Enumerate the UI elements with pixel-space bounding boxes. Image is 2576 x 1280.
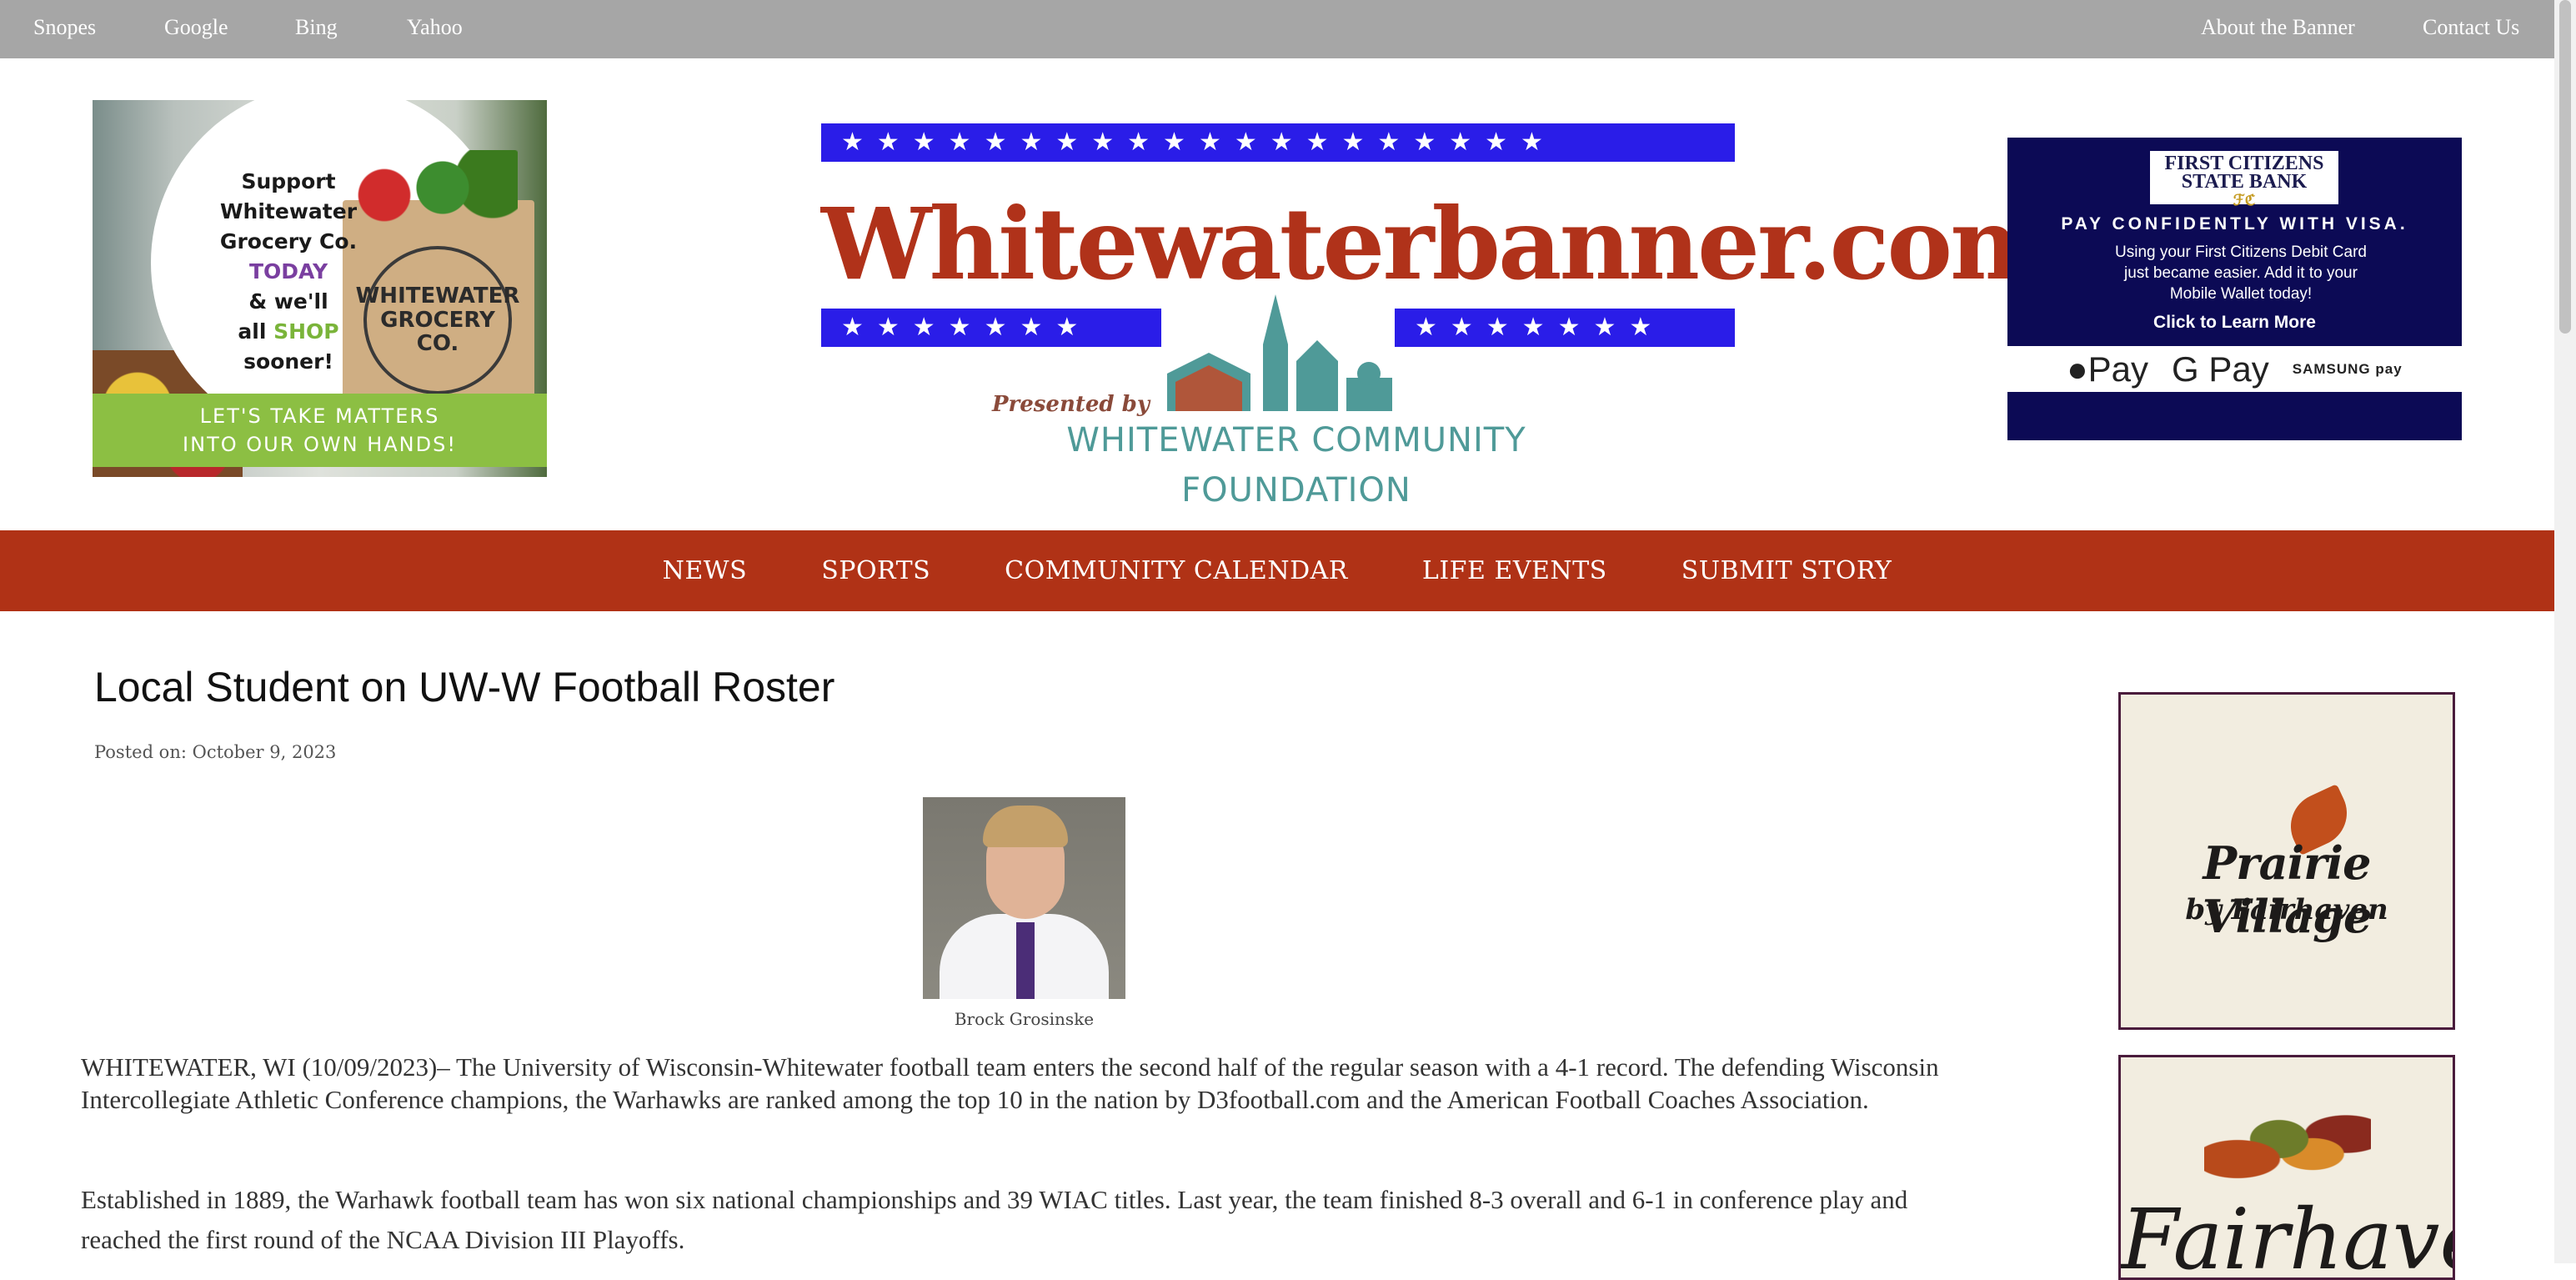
prairie-village-title: Prairie Village	[2202, 836, 2373, 943]
nav-life-events[interactable]: LIFE EVENTS	[1422, 556, 1607, 585]
grocery-ad[interactable]: WHITEWATER GROCERY CO. Support Whitewate…	[93, 100, 547, 477]
ad-message-line: all	[238, 319, 267, 344]
top-link-yahoo[interactable]: Yahoo	[407, 15, 463, 40]
bank-name-line: STATE BANK	[2181, 171, 2308, 193]
article-paragraph: Established in 1889, the Warhawk footbal…	[81, 1185, 1908, 1254]
top-bar: Snopes Google Bing Yahoo About the Banne…	[0, 0, 2554, 58]
apple-pay-icon: ●Pay	[2067, 349, 2149, 389]
bank-ad-learn-more[interactable]: Click to Learn More	[2007, 313, 2462, 333]
top-link-snopes[interactable]: Snopes	[33, 15, 96, 40]
ad-message-line: Support	[241, 169, 336, 193]
samsung-pay-icon: SAMSUNG pay	[2292, 360, 2403, 377]
nav-sports[interactable]: SPORTS	[821, 556, 930, 585]
ad-footer-line: INTO OUR OWN HANDS!	[183, 433, 457, 456]
bank-name-line: FIRST CITIZENS	[2164, 153, 2324, 174]
ad-message-line: sooner!	[243, 349, 333, 374]
town-skyline-icon	[1167, 294, 1392, 411]
photo-caption: Brock Grosinske	[954, 1009, 1095, 1029]
bank-ad[interactable]: FIRST CITIZENS STATE BANK ℱℭ PAY CONFIDE…	[2007, 138, 2462, 440]
photo-hair	[983, 806, 1068, 847]
bank-logo: FIRST CITIZENS STATE BANK ℱℭ	[2150, 151, 2338, 208]
fairhaven-ad[interactable]: Fairhaven	[2118, 1055, 2455, 1280]
main-nav: NEWS SPORTS COMMUNITY CALENDAR LIFE EVEN…	[0, 530, 2554, 611]
bank-ad-headline: PAY CONFIDENTLY WITH VISA.	[2061, 214, 2408, 233]
posted-date: Posted on: October 9, 2023	[94, 742, 337, 762]
scrollbar-thumb[interactable]	[2559, 0, 2571, 334]
fairhaven-title: Fairhaven	[2121, 1191, 2453, 1280]
article-photo[interactable]	[923, 797, 1125, 999]
bank-ad-body: Using your First Citizens Debit Card jus…	[2107, 242, 2374, 304]
article-title: Local Student on UW-W Football Roster	[94, 664, 835, 710]
ad-message-line-today: TODAY	[248, 259, 328, 284]
top-link-about-banner[interactable]: About the Banner	[2201, 15, 2355, 40]
site-title: Whitewaterbanner.com	[821, 186, 2054, 302]
prairie-village-ad[interactable]: Prairie Village by Fairhaven	[2118, 692, 2455, 1030]
ad-message-line: Grocery Co.	[219, 229, 358, 253]
prairie-village-subtitle: by Fairhaven	[2185, 893, 2388, 926]
autumn-leaves-icon	[2204, 1099, 2371, 1199]
payment-logos: ●Pay G Pay SAMSUNG pay	[2007, 346, 2462, 392]
nav-community-calendar[interactable]: COMMUNITY CALENDAR	[1005, 556, 1348, 585]
photo-tie	[1016, 922, 1035, 999]
page-scrollbar[interactable]	[2554, 0, 2576, 1263]
star-bar-top: ★★★★★★★★★★★★★★★★★★★★	[821, 123, 1735, 162]
top-link-bing[interactable]: Bing	[295, 15, 338, 40]
article-paragraph: WHITEWATER, WI (10/09/2023)– The Univers…	[81, 1052, 1939, 1114]
star-bar-bottom-right: ★★★★★★★	[1395, 309, 1735, 347]
nav-submit-story[interactable]: SUBMIT STORY	[1681, 556, 1892, 585]
ad-message-line: Whitewater	[219, 199, 358, 223]
bank-ad-body-line: Mobile Wallet today!	[2169, 285, 2313, 303]
top-link-contact-us[interactable]: Contact Us	[2423, 15, 2519, 40]
site-logo[interactable]: ★★★★★★★★★★★★★★★★★★★★ Whitewaterbanner.co…	[821, 123, 2054, 509]
bank-ad-body-line: just became easier. Add it to your	[2124, 264, 2358, 282]
vegetables-image	[351, 150, 518, 225]
grocery-ad-message: Support Whitewater Grocery Co. TODAY & w…	[209, 167, 368, 377]
bank-ad-body-line: Using your First Citizens Debit Card	[2115, 243, 2367, 261]
presented-by-text: Presented by	[992, 392, 1150, 417]
bank-mark-icon: ℱℭ	[2233, 192, 2256, 208]
nav-news[interactable]: NEWS	[663, 556, 748, 585]
ad-message-line-shop: SHOP	[273, 319, 339, 344]
grocery-logo-stamp: WHITEWATER GROCERY CO.	[356, 246, 519, 394]
ad-message-line: & we'll	[248, 289, 328, 314]
top-link-google[interactable]: Google	[164, 15, 228, 40]
foundation-text: WHITEWATER COMMUNITY FOUNDATION	[1066, 421, 1526, 509]
star-bar-bottom-left: ★★★★★★★	[821, 309, 1161, 347]
google-pay-icon: G Pay	[2172, 349, 2269, 389]
grocery-ad-footer: LET'S TAKE MATTERS INTO OUR OWN HANDS!	[93, 394, 547, 467]
ad-footer-line: LET'S TAKE MATTERS	[199, 404, 440, 428]
